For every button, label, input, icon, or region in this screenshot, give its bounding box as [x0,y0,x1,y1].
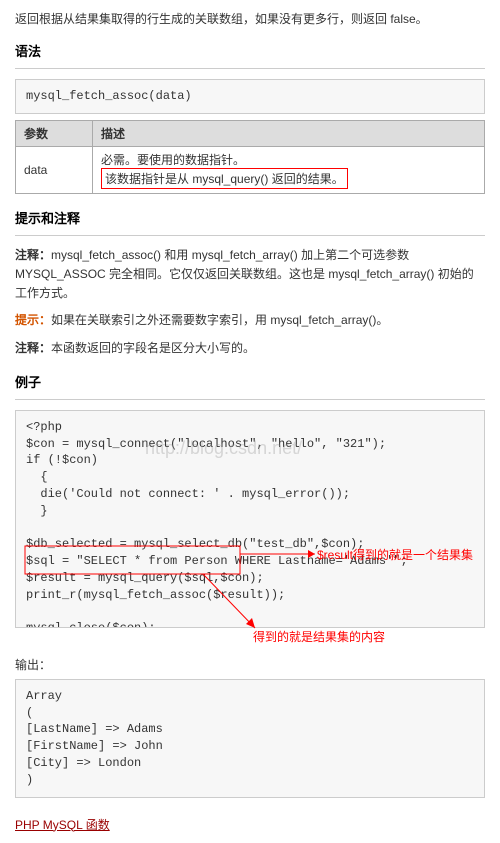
highlight-box: 该数据指针是从 mysql_query() 返回的结果。 [101,168,348,189]
annotation-row: 得到的就是结果集的内容 [15,628,485,646]
note-line: 注释：mysql_fetch_assoc() 和用 mysql_fetch_ar… [15,246,485,304]
th-desc: 描述 [93,120,485,146]
example-code-box: <?php $con = mysql_connect("localhost", … [15,410,485,628]
note-label: 注释： [15,341,51,355]
divider [15,399,485,400]
note-text: 本函数返回的字段名是区分大小写的。 [51,341,255,355]
footer-link[interactable]: PHP MySQL 函数 [15,816,110,833]
desc-part1: 必需。要使用的数据指针。 [101,153,245,167]
divider [15,235,485,236]
td-param-desc: 必需。要使用的数据指针。 该数据指针是从 mysql_query() 返回的结果… [93,146,485,193]
example-heading: 例子 [15,372,485,391]
table-row: data 必需。要使用的数据指针。 该数据指针是从 mysql_query() … [16,146,485,193]
tip-text: 如果在关联索引之外还需要数字索引，用 mysql_fetch_array()。 [51,313,388,327]
output-label: 输出： [15,656,485,673]
tip-label: 提示： [15,313,51,327]
table-row: 参数 描述 [16,120,485,146]
annotation-text-1: $result得到的就是一个结果集 [317,546,473,563]
th-param: 参数 [16,120,93,146]
note-label: 注释： [15,248,51,262]
divider [15,68,485,69]
syntax-code-box: mysql_fetch_assoc(data) [15,79,485,114]
syntax-heading: 语法 [15,41,485,60]
tip-line: 提示：如果在关联索引之外还需要数字索引，用 mysql_fetch_array(… [15,311,485,330]
example-container: <?php $con = mysql_connect("localhost", … [15,410,485,628]
notes-heading: 提示和注释 [15,208,485,227]
annotation-text-2: 得到的就是结果集的内容 [253,628,385,645]
params-table: 参数 描述 data 必需。要使用的数据指针。 该数据指针是从 mysql_qu… [15,120,485,194]
intro-text: 返回根据从结果集取得的行生成的关联数组，如果没有更多行，则返回 false。 [15,10,485,27]
td-param-name: data [16,146,93,193]
output-code-box: Array ( [LastName] => Adams [FirstName] … [15,679,485,798]
note-text: mysql_fetch_assoc() 和用 mysql_fetch_array… [15,248,474,300]
note-line: 注释：本函数返回的字段名是区分大小写的。 [15,339,485,358]
